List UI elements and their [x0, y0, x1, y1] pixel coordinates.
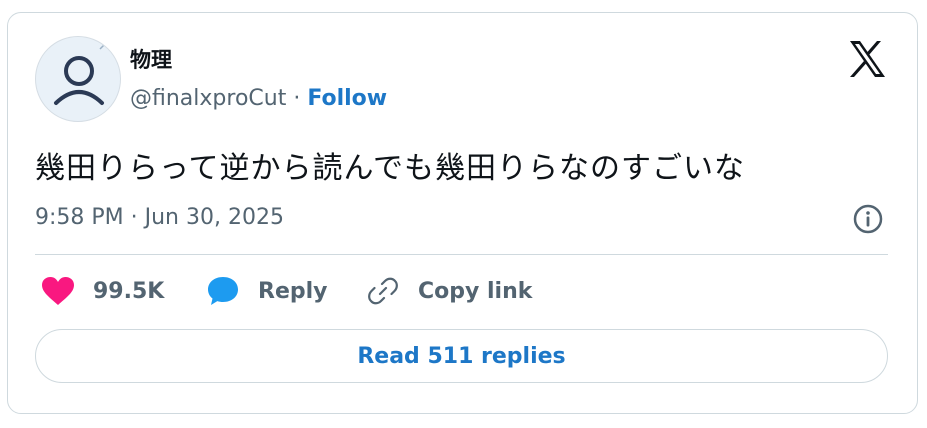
link-icon [368, 277, 398, 305]
copy-link-button[interactable]: Copy link [366, 271, 532, 311]
tweet-text: 幾田りらって逆から読んでも幾田りらなのすごいな [35, 151, 745, 186]
like-count: 99.5K [93, 278, 165, 304]
avatar[interactable] [35, 36, 121, 122]
default-user-icon [54, 42, 107, 105]
divider [35, 254, 888, 255]
read-replies-button[interactable]: Read 511 replies [35, 329, 888, 383]
separator-dot: · [293, 86, 301, 111]
copy-link-label: Copy link [418, 278, 533, 304]
info-icon[interactable] [852, 203, 884, 235]
display-name[interactable]: 物理 [130, 44, 172, 74]
tweet-timestamp[interactable]: 9:58 PM · Jun 30, 2025 [35, 205, 284, 230]
chat-bubble-icon [208, 277, 238, 305]
reply-button[interactable]: Reply [206, 271, 328, 311]
x-logo-icon[interactable] [846, 38, 888, 80]
user-handle[interactable]: @finalxproCut [130, 86, 286, 111]
handle-row: @finalxproCut · Follow [130, 86, 387, 111]
like-button[interactable]: 99.5K [41, 271, 164, 311]
follow-link[interactable]: Follow [307, 86, 387, 111]
heart-icon [42, 277, 74, 305]
reply-label: Reply [258, 278, 328, 304]
